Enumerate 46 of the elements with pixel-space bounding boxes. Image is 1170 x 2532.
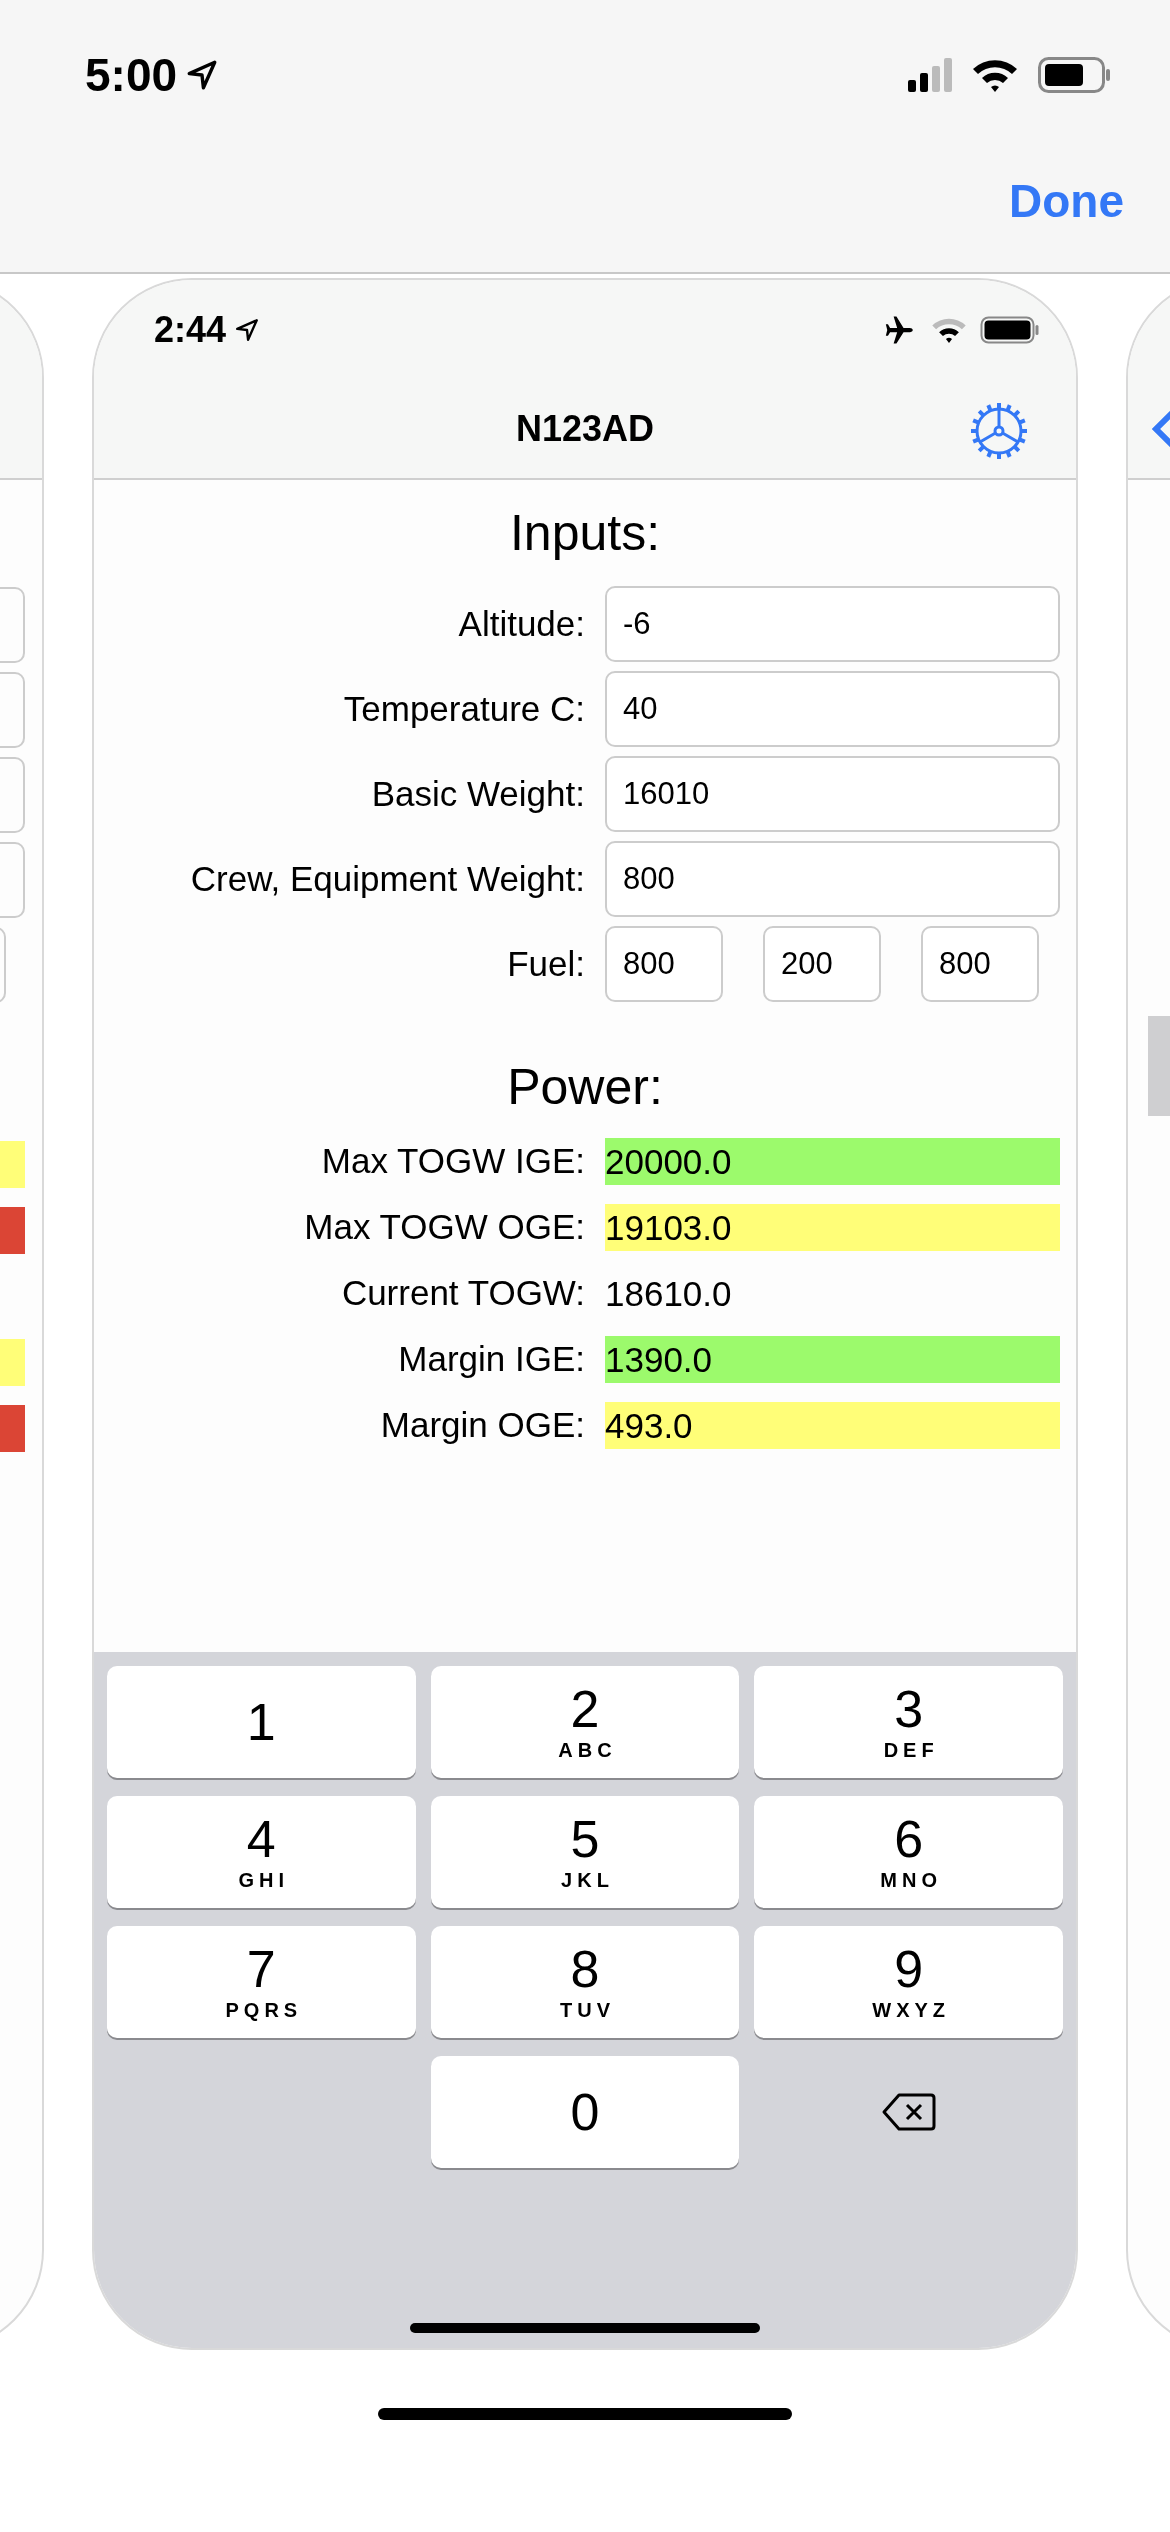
input-field[interactable]: -6	[605, 586, 1060, 662]
input-field[interactable]: 40	[605, 671, 1060, 747]
wifi-icon	[930, 316, 968, 344]
field-label: Basic Weight:	[370, 774, 585, 814]
result-label: Current TOGW:	[340, 1273, 585, 1313]
result-label: Margin IGE:	[397, 1339, 585, 1379]
result-value: 493.0	[605, 1401, 1060, 1449]
settings-icon[interactable]	[968, 400, 1030, 462]
keypad-key[interactable]: 4 GHI	[107, 1796, 416, 1908]
result-value: 1390.0	[605, 1335, 1060, 1383]
keypad-key[interactable]: 9 WXYZ	[754, 1926, 1063, 2038]
location-arrow-icon	[234, 317, 261, 343]
result-value: 19103.0	[605, 1203, 1060, 1251]
signal-icon	[908, 58, 952, 92]
section-heading: Power:	[506, 1058, 664, 1117]
input-field[interactable]: 800	[605, 841, 1060, 917]
screenshot-card[interactable]	[92, 278, 1078, 2350]
input-field[interactable]: 200	[763, 926, 881, 1002]
input-field[interactable]: 800	[921, 926, 1039, 1002]
result-label: Margin OGE:	[379, 1405, 585, 1445]
field-label: Crew, Equipment Weight:	[189, 859, 585, 899]
keypad-key[interactable]: 6 MNO	[754, 1796, 1063, 1908]
keypad-key[interactable]: 7 PQRS	[107, 1926, 416, 2038]
screen-title: N123AD	[515, 408, 655, 450]
status-time: 5:00	[85, 48, 178, 102]
field-label: Fuel:	[506, 944, 585, 984]
field-label: Altitude:	[457, 604, 585, 644]
input-field[interactable]: 800	[605, 926, 723, 1002]
result-value: 18610.0	[605, 1272, 733, 1315]
keypad-key[interactable]: 3 DEF	[754, 1666, 1063, 1778]
battery-icon	[1038, 57, 1112, 93]
status-time: 2:44	[154, 309, 227, 351]
keypad-key[interactable]: 5 JKL	[430, 1796, 740, 1908]
keypad-key[interactable]: 8 TUV	[430, 1926, 740, 2038]
keypad-key[interactable]: 0	[430, 2056, 740, 2168]
keypad-key[interactable]: 1	[107, 1666, 416, 1778]
input-field[interactable]: 16010	[605, 756, 1060, 832]
keypad-key[interactable]: 2 ABC	[430, 1666, 740, 1778]
battery-icon	[980, 316, 1040, 344]
field-label: Temperature C:	[342, 689, 585, 729]
result-value: 20000.0	[605, 1137, 1060, 1185]
result-label: Max TOGW IGE:	[320, 1141, 585, 1181]
done-button[interactable]: Done	[1009, 174, 1124, 228]
section-heading: Inputs:	[508, 504, 662, 563]
result-label: Max TOGW OGE:	[303, 1207, 585, 1247]
delete-icon[interactable]	[880, 2092, 937, 2132]
